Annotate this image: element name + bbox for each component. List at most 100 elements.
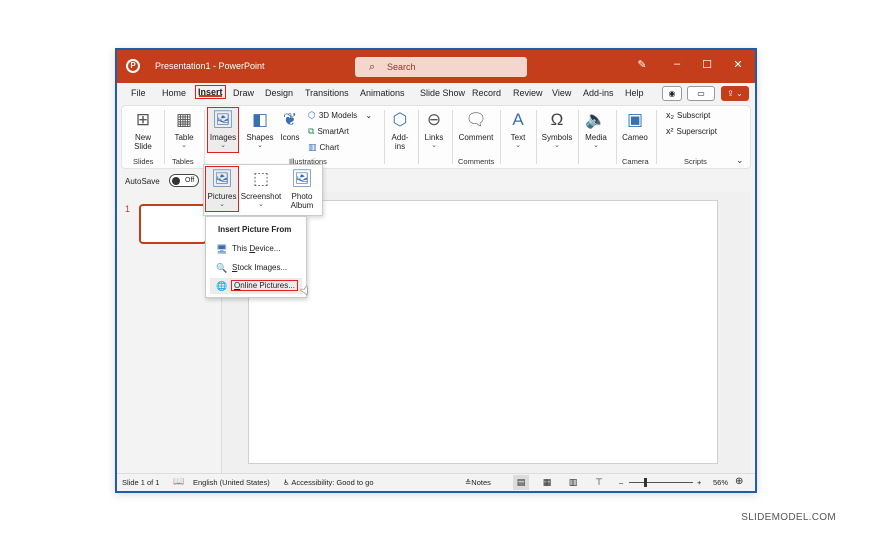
chevron-down-icon: ⌄ <box>431 142 437 149</box>
3d-models-label: 3D Models <box>318 111 358 120</box>
separator <box>384 110 385 164</box>
media-label: Media <box>585 133 607 142</box>
images-icon: 🖼 <box>212 110 234 129</box>
links-button[interactable]: ⊖ Links ⌄ <box>422 110 446 150</box>
close-button[interactable]: ✕ <box>729 58 747 71</box>
slideshow-view-button[interactable]: ⊤ <box>591 475 607 490</box>
tab-help[interactable]: Help <box>625 88 644 98</box>
tab-insert[interactable]: Insert <box>195 85 226 99</box>
normal-view-button[interactable]: ▤ <box>513 475 529 490</box>
zoom-slider[interactable] <box>629 482 693 483</box>
group-slides-label: Slides <box>133 157 154 166</box>
tab-animations[interactable]: Animations <box>360 88 405 98</box>
slide-sorter-button[interactable]: ▦ <box>539 475 555 490</box>
symbols-button[interactable]: Ω Symbols ⌄ <box>540 110 574 150</box>
menu-text: tock Images... <box>237 263 288 272</box>
tab-home[interactable]: Home <box>162 88 186 98</box>
chevron-down-icon: ⌄ <box>554 142 560 149</box>
record-button[interactable]: ◉ <box>662 86 682 101</box>
slide-thumbnails-pane: 1 <box>117 192 215 473</box>
pen-icon[interactable]: ✎ <box>633 58 651 71</box>
zoom-level[interactable]: 56% <box>713 478 728 487</box>
pictures-label: Pictures <box>207 192 237 201</box>
cameo-button[interactable]: ▣ Cameo <box>620 110 650 142</box>
shapes-button[interactable]: ◧ Shapes ⌄ <box>246 110 274 150</box>
menu-item-stock-images[interactable]: 🔍 Stock Images... <box>210 260 302 276</box>
accessibility-status[interactable]: ♿ Accessibility: Good to go <box>283 478 374 487</box>
separator <box>616 110 617 164</box>
photo-album-button[interactable]: 🖼 Photo Album <box>284 169 320 210</box>
tab-add-ins[interactable]: Add-ins <box>583 88 614 98</box>
slide-info: Slide 1 of 1 <box>122 478 160 487</box>
chart-button[interactable]: ▥ Chart <box>308 142 339 153</box>
tab-review[interactable]: Review <box>513 88 543 98</box>
notes-label: Notes <box>471 478 491 487</box>
superscript-button[interactable]: x² Superscript <box>666 126 717 136</box>
zoom-in-button[interactable]: + <box>697 478 701 487</box>
menu-item-online-pictures[interactable]: 🌐 Online Pictures... <box>210 278 302 294</box>
slide-thumbnail[interactable] <box>139 204 207 244</box>
shapes-label: Shapes <box>246 133 274 142</box>
cube-icon: ⬡ <box>308 110 316 120</box>
zoom-slider-thumb[interactable] <box>644 478 648 487</box>
fit-to-window-icon[interactable]: ⊕ <box>735 476 743 487</box>
notes-button[interactable]: ≙Notes <box>465 478 491 487</box>
table-button[interactable]: ▦ Table ⌄ <box>170 110 198 150</box>
collapse-ribbon-button[interactable]: ⌄ <box>736 155 744 166</box>
link-icon: ⊖ <box>426 110 442 129</box>
chevron-down-icon: ⌄ <box>181 142 187 149</box>
tab-file[interactable]: File <box>131 88 146 98</box>
pictures-button[interactable]: 🖼 Pictures ⌄ <box>205 166 239 212</box>
new-slide-button[interactable]: ⊞ New Slide <box>128 110 158 151</box>
subscript-button[interactable]: x₂ Subscript <box>666 110 710 120</box>
zoom-out-button[interactable]: – <box>619 478 623 487</box>
language-status[interactable]: English (United States) <box>193 478 270 487</box>
cameo-label: Cameo <box>622 133 648 142</box>
online-pictures-label: Online Pictures... <box>231 280 298 291</box>
icons-label: Icons <box>280 133 300 142</box>
reading-view-button[interactable]: ▥ <box>565 475 581 490</box>
autosave-toggle[interactable]: Off <box>169 174 199 187</box>
separator <box>452 110 453 164</box>
text-button[interactable]: A Text ⌄ <box>506 110 530 150</box>
powerpoint-logo-icon: P <box>126 59 140 73</box>
menu-item-this-device[interactable]: 🖥 This Device... <box>210 241 302 257</box>
media-button[interactable]: 🔈 Media ⌄ <box>582 110 610 150</box>
separator <box>578 110 579 164</box>
tab-draw[interactable]: Draw <box>233 88 254 98</box>
add-ins-button[interactable]: ⬡ Add-ins <box>388 110 412 151</box>
title-bar: P Presentation1 - PowerPoint ⌕ Search ✎ … <box>117 50 755 83</box>
subscript-icon: x₂ <box>666 110 674 120</box>
tab-record[interactable]: Record <box>472 88 501 98</box>
maximize-button[interactable]: ☐ <box>698 58 716 71</box>
slide-canvas[interactable] <box>248 200 718 464</box>
share-button[interactable]: ⇪ ⌄ <box>721 86 749 101</box>
icons-button[interactable]: ❦ Icons <box>278 110 302 142</box>
pictures-icon: 🖼 <box>211 169 233 188</box>
new-slide-label: New Slide <box>134 133 152 151</box>
group-scripts-label: Scripts <box>684 157 707 166</box>
chevron-down-icon: ⌄ <box>365 111 373 120</box>
images-button[interactable]: 🖼 Images ⌄ <box>207 107 239 153</box>
tab-transitions[interactable]: Transitions <box>305 88 349 98</box>
3d-models-button[interactable]: ⬡ 3D Models ⌄ <box>308 110 372 121</box>
online-pictures-icon: 🌐 <box>216 281 228 291</box>
screenshot-button[interactable]: ⬚ Screenshot ⌄ <box>240 169 282 209</box>
slide-number: 1 <box>125 204 131 214</box>
add-ins-icon: ⬡ <box>392 110 408 129</box>
stock-images-icon: 🔍 <box>216 263 228 273</box>
comment-button[interactable]: 🗨 Comment <box>456 110 496 142</box>
tab-view[interactable]: View <box>552 88 571 98</box>
screenshot-icon: ⬚ <box>252 169 270 188</box>
separator <box>500 110 501 164</box>
chevron-down-icon: ⌄ <box>593 142 599 149</box>
ribbon: ⊞ New Slide Slides ▦ Table ⌄ Tables 🖼 Im… <box>121 105 751 169</box>
tab-design[interactable]: Design <box>265 88 293 98</box>
minimize-button[interactable]: – <box>668 58 686 70</box>
comments-button[interactable]: ▭ <box>687 86 715 101</box>
spelling-icon[interactable]: 📖 <box>173 476 184 487</box>
smartart-button[interactable]: ⧉ SmartArt <box>308 126 349 137</box>
tab-slide-show[interactable]: Slide Show <box>420 88 465 98</box>
search-input[interactable]: ⌕ Search <box>355 57 527 77</box>
ribbon-tabs: File Home Insert Draw Design Transitions… <box>117 83 755 105</box>
